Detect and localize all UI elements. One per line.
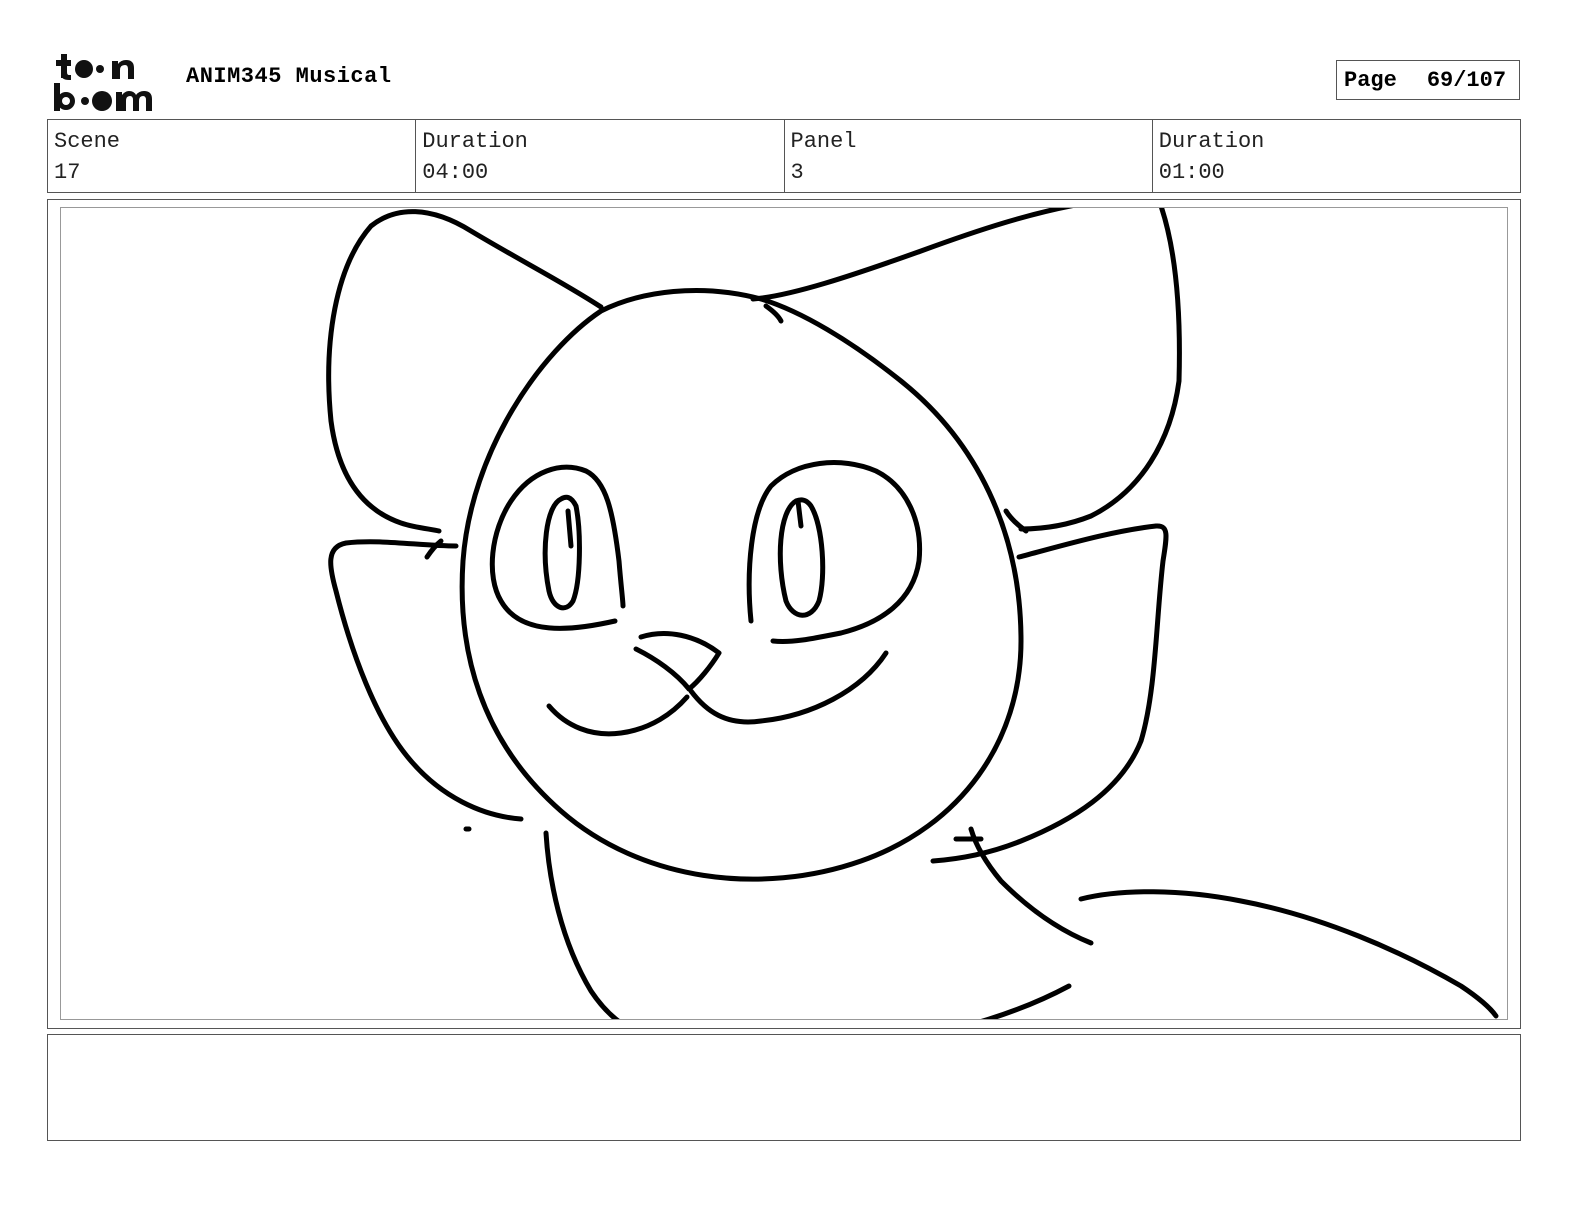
panel-duration-cell: Duration 01:00 bbox=[1151, 120, 1520, 192]
scene-value: 17 bbox=[54, 160, 81, 185]
project-title: ANIM345 Musical bbox=[186, 64, 392, 89]
panel-duration-value: 01:00 bbox=[1158, 160, 1225, 185]
scene-label: Scene bbox=[54, 129, 121, 154]
panel-value: 3 bbox=[790, 160, 804, 185]
cat-sketch-drawing bbox=[326, 208, 1499, 1019]
notes-box bbox=[47, 1034, 1521, 1141]
page-number: 69/107 bbox=[1426, 67, 1507, 93]
panel-frame bbox=[47, 199, 1521, 1029]
page-label: Page bbox=[1344, 67, 1397, 93]
scene-cell: Scene 17 bbox=[48, 120, 415, 192]
scene-info-table: Scene 17 Duration 04:00 Panel 3 Duration… bbox=[47, 119, 1521, 193]
page-indicator: Page 69/107 bbox=[1336, 60, 1520, 100]
panel-cell: Panel 3 bbox=[783, 120, 1152, 192]
panel-label: Panel bbox=[790, 129, 857, 154]
panel-image-area bbox=[60, 207, 1508, 1020]
scene-duration-label: Duration bbox=[422, 129, 528, 154]
scene-duration-cell: Duration 04:00 bbox=[415, 120, 783, 192]
toonboom-logo-icon bbox=[54, 54, 152, 111]
panel-duration-label: Duration bbox=[1158, 129, 1265, 154]
scene-duration-value: 04:00 bbox=[422, 160, 489, 185]
